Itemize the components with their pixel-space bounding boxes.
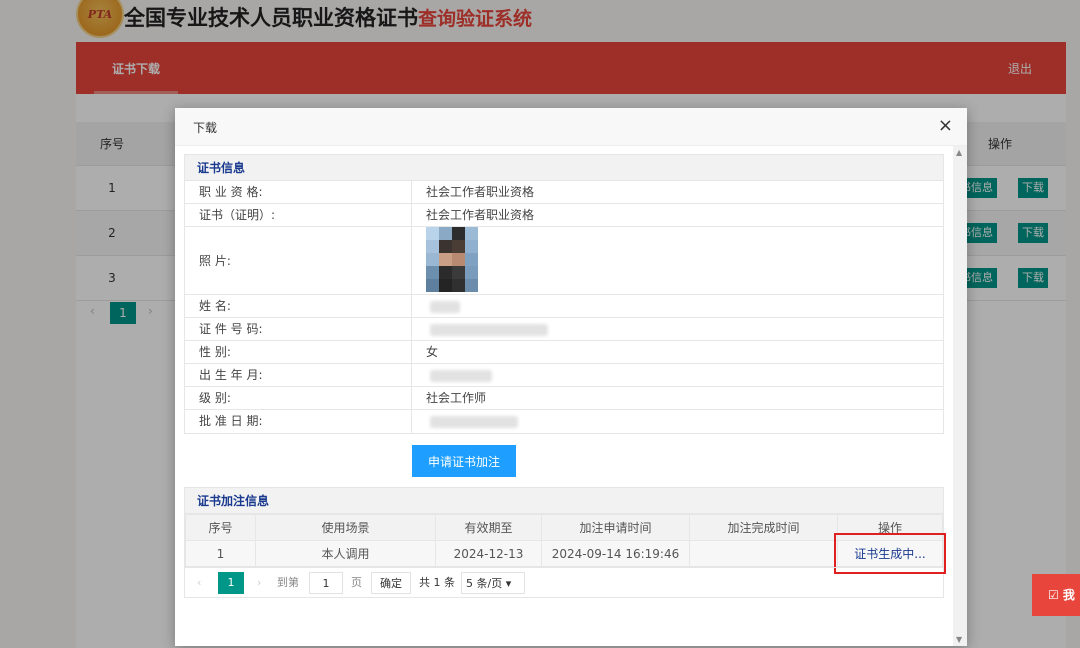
cell-apply-time: 2024-09-14 16:19:46 [541,540,690,567]
field-name: 姓 名: [185,295,943,318]
redacted-date [430,416,518,428]
field-approval-date: 批 准 日 期: [185,410,943,433]
field-certificate: 证书（证明）: 社会工作者职业资格 [185,204,943,227]
field-level: 级 别: 社会工作师 [185,387,943,410]
annotation-title: 证书加注信息 [185,488,943,514]
field-gender: 性 别: 女 [185,341,943,364]
col-header: 序号 [185,514,256,541]
id-photo [426,227,478,292]
goto-label: 到第 [277,576,299,589]
annotation-pager: ‹ 1 › 到第 1 页 确定 共 1 条 5 条/页 ▾ [185,567,943,597]
table-row: 1 本人调用 2024-12-13 2024-09-14 16:19:46 证书… [185,533,946,574]
page-unit-label: 页 [351,576,362,589]
dialog-body[interactable]: 证书信息 职 业 资 格: 社会工作者职业资格 证书（证明）: 社会工作者职业资… [175,146,967,646]
cell-scene: 本人调用 [255,540,436,567]
field-label: 性 别: [199,345,231,359]
side-feedback-tab[interactable]: ☑ 我 [1032,574,1080,616]
field-label: 批 准 日 期: [199,414,263,428]
redacted-name [430,301,460,313]
scroll-down-icon[interactable]: ▼ [956,635,962,644]
field-label: 证 件 号 码: [199,322,263,336]
cell-no: 1 [185,540,256,567]
field-value: 女 [426,345,439,359]
redacted-birth [430,370,492,382]
field-value: 社会工作者职业资格 [426,208,535,222]
table-header: 序号 使用场景 有效期至 加注申请时间 加注完成时间 操作 [185,514,943,541]
col-header: 加注完成时间 [689,514,838,541]
col-header: 加注申请时间 [541,514,690,541]
chevron-right-icon[interactable]: › [257,572,261,594]
field-photo: 照 片: [185,227,943,295]
field-label: 出 生 年 月: [199,368,263,382]
field-label: 姓 名: [199,299,231,313]
field-id-number: 证 件 号 码: [185,318,943,341]
page-size-select[interactable]: 5 条/页 ▾ [461,572,525,594]
cell-done-time [689,540,838,567]
field-label: 照 片: [199,254,231,268]
field-value: 社会工作者职业资格 [426,185,535,199]
field-qualification: 职 业 资 格: 社会工作者职业资格 [185,181,943,204]
dialog-scrollbar[interactable]: ▲ ▼ [953,146,967,646]
cert-info-title: 证书信息 [185,155,943,181]
annotation-table: 序号 使用场景 有效期至 加注申请时间 加注完成时间 操作 1 本人调用 202… [185,514,946,574]
annotation-panel: 证书加注信息 序号 使用场景 有效期至 加注申请时间 加注完成时间 操作 1 本… [184,487,946,598]
cert-generating-status[interactable]: 证书生成中... [854,547,925,561]
cert-info-panel: 证书信息 职 业 资 格: 社会工作者职业资格 证书（证明）: 社会工作者职业资… [184,154,944,434]
scroll-up-icon[interactable]: ▲ [956,148,962,157]
field-value: 社会工作师 [426,391,487,405]
col-header: 操作 [837,514,943,541]
page-size-value: 5 条/页 [466,577,503,590]
redacted-id [430,324,548,336]
cell-valid-until: 2024-12-13 [435,540,542,567]
goto-page-input[interactable]: 1 [309,572,343,594]
field-label: 证书（证明）: [199,208,276,222]
dialog-title: 下载 [193,121,218,135]
close-icon[interactable]: × [938,115,953,136]
field-label: 级 别: [199,391,231,405]
chevron-left-icon[interactable]: ‹ [197,572,201,594]
download-dialog: 下载 × 证书信息 职 业 资 格: 社会工作者职业资格 证书（证明）: 社会工… [175,108,967,646]
cell-operation[interactable]: 证书生成中... [834,533,946,574]
apply-annotation-button[interactable]: 申请证书加注 [412,445,516,477]
chevron-down-icon: ▾ [505,577,512,590]
total-count: 共 1 条 [419,576,455,589]
field-label: 职 业 资 格: [199,185,263,199]
col-header: 有效期至 [435,514,542,541]
dialog-header: 下载 × [175,108,967,146]
field-birth: 出 生 年 月: [185,364,943,387]
goto-confirm-button[interactable]: 确定 [371,572,411,594]
current-page-button[interactable]: 1 [218,572,244,594]
col-header: 使用场景 [255,514,436,541]
